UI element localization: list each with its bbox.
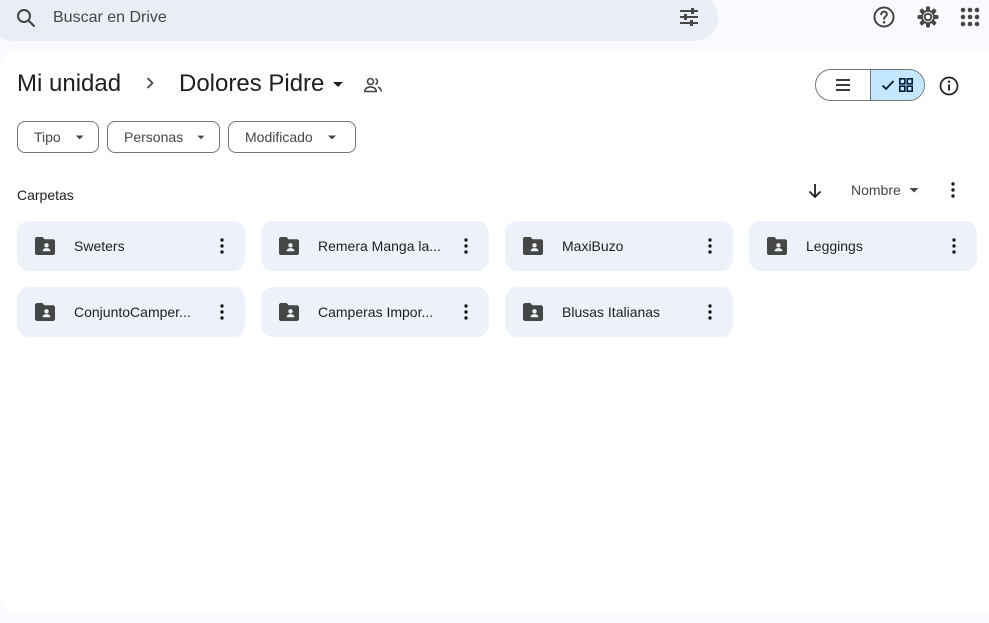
filter-chip-label: Modificado	[245, 129, 313, 145]
shared-folder-icon	[523, 303, 543, 321]
shared-folder-icon	[279, 237, 299, 255]
gear-icon[interactable]	[916, 5, 940, 29]
apps-grid-icon[interactable]	[958, 5, 982, 29]
folder-name: MaxiBuzo	[562, 238, 624, 254]
shared-folder-icon	[35, 237, 55, 255]
more-vert-icon[interactable]	[211, 301, 233, 323]
top-bar: Buscar en Drive	[0, 0, 989, 48]
sort-by-button[interactable]: Nombre	[842, 176, 932, 204]
caret-down-icon	[909, 188, 919, 193]
more-vert-icon[interactable]	[211, 235, 233, 257]
people-icon[interactable]	[363, 75, 383, 95]
shared-folder-icon	[767, 237, 787, 255]
caret-down-icon	[333, 82, 344, 87]
folder-card[interactable]: MaxiBuzo	[505, 221, 733, 271]
search-bar[interactable]: Buscar en Drive	[0, 0, 718, 41]
more-vert-icon[interactable]	[942, 179, 964, 201]
filter-chip-type[interactable]: Tipo	[17, 121, 99, 153]
breadcrumb-root[interactable]: Mi unidad	[17, 70, 121, 98]
folder-name: Blusas Italianas	[562, 304, 661, 320]
grid-view-button[interactable]	[869, 70, 924, 100]
arrow-down-icon[interactable]	[804, 180, 826, 202]
check-icon	[882, 80, 895, 91]
more-vert-icon[interactable]	[699, 301, 721, 323]
folder-grid: Sweters Remera Manga la... MaxiBuzo Legg…	[17, 221, 977, 337]
folder-card[interactable]: Sweters	[17, 221, 245, 271]
section-title: Carpetas	[17, 187, 74, 203]
list-icon	[835, 79, 850, 91]
sort-by-label: Nombre	[851, 182, 901, 198]
folder-card[interactable]: Blusas Italianas	[505, 287, 733, 337]
more-vert-icon[interactable]	[455, 235, 477, 257]
folder-card[interactable]: Remera Manga la...	[261, 221, 489, 271]
folder-name: Remera Manga la...	[318, 238, 441, 254]
info-icon[interactable]	[938, 75, 960, 97]
list-view-button[interactable]	[816, 70, 870, 100]
grid-icon	[899, 77, 914, 92]
more-vert-icon[interactable]	[699, 235, 721, 257]
caret-down-icon	[75, 135, 84, 140]
help-icon[interactable]	[872, 5, 896, 29]
search-icon[interactable]	[14, 6, 38, 30]
breadcrumb-current-label: Dolores Pidre	[179, 70, 325, 97]
filter-chip-modified[interactable]: Modificado	[228, 121, 356, 153]
folder-card[interactable]: Leggings	[749, 221, 977, 271]
shared-folder-icon	[279, 303, 299, 321]
chevron-right-icon	[146, 77, 154, 89]
filter-chip-label: Personas	[124, 129, 184, 145]
breadcrumb-current[interactable]: Dolores Pidre	[170, 66, 357, 102]
main-content: Mi unidad Dolores Pidre Tipo Personas Mo…	[0, 50, 989, 613]
folder-name: ConjuntoCamper...	[74, 304, 191, 320]
folder-name: Sweters	[74, 238, 125, 254]
caret-down-icon	[327, 135, 336, 140]
filter-chips: Tipo Personas Modificado	[17, 121, 356, 153]
filter-chip-people[interactable]: Personas	[107, 121, 220, 153]
filter-chip-label: Tipo	[34, 129, 61, 145]
caret-down-icon	[197, 135, 205, 140]
folder-name: Camperas Impor...	[318, 304, 434, 320]
tune-icon[interactable]	[677, 5, 701, 29]
folder-card[interactable]: Camperas Impor...	[261, 287, 489, 337]
folder-card[interactable]: ConjuntoCamper...	[17, 287, 245, 337]
search-input[interactable]: Buscar en Drive	[53, 9, 167, 27]
folder-name: Leggings	[806, 238, 863, 254]
more-vert-icon[interactable]	[943, 235, 965, 257]
view-toggle	[815, 69, 925, 101]
shared-folder-icon	[35, 303, 55, 321]
more-vert-icon[interactable]	[455, 301, 477, 323]
shared-folder-icon	[523, 237, 543, 255]
